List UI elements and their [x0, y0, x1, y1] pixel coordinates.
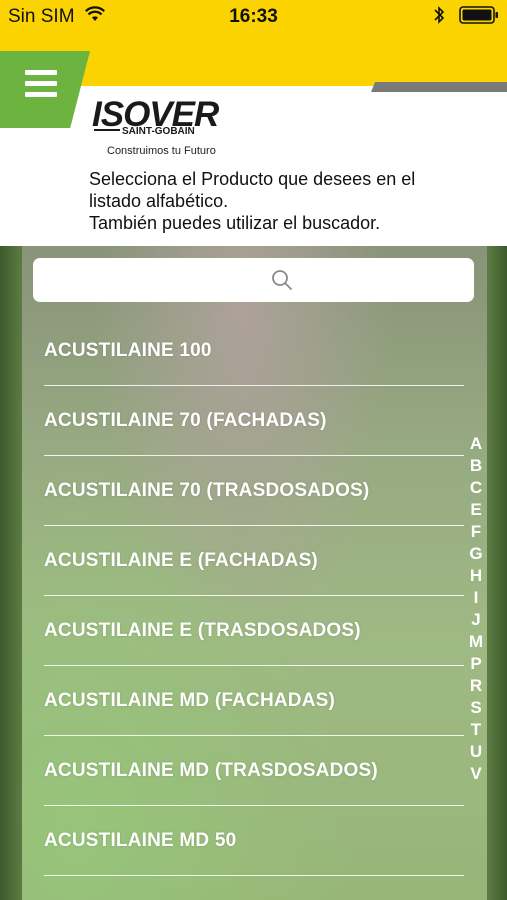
index-letter[interactable]: A — [466, 433, 486, 455]
intro-line: También puedes utilizar el buscador. — [89, 213, 381, 233]
status-right — [433, 5, 499, 31]
index-letter[interactable]: R — [466, 675, 486, 697]
index-letter[interactable]: V — [466, 763, 486, 785]
logo-subtitle: SAINT-GOBAIN — [122, 126, 195, 137]
bluetooth-icon — [433, 5, 445, 31]
index-letter[interactable]: P — [466, 653, 486, 675]
header-accent-strip — [371, 82, 507, 92]
index-letter[interactable]: H — [466, 565, 486, 587]
product-list: ACUSTILAINE 100 ACUSTILAINE 70 (FACHADAS… — [44, 316, 464, 876]
intro-line: listado alfabético. — [89, 191, 229, 211]
status-time: 16:33 — [229, 6, 278, 27]
index-letter[interactable]: B — [466, 455, 486, 477]
battery-icon — [459, 6, 499, 30]
logo-underline — [94, 129, 120, 131]
index-letter[interactable]: C — [466, 477, 486, 499]
product-item[interactable]: ACUSTILAINE E (FACHADAS) — [44, 526, 464, 596]
product-item[interactable]: ACUSTILAINE MD (FACHADAS) — [44, 666, 464, 736]
background-edge-right — [487, 246, 507, 900]
intro-line: Selecciona el Producto que desees en el — [89, 169, 416, 189]
index-letter[interactable]: S — [466, 697, 486, 719]
alphabet-index: A B C E F G H I J M P R S T U V — [466, 433, 486, 785]
status-bar: Sin SIM 16:33 — [0, 0, 507, 34]
search-icon — [272, 270, 292, 290]
product-item[interactable]: ACUSTILAINE 70 (TRASDOSADOS) — [44, 456, 464, 526]
index-letter[interactable]: T — [466, 719, 486, 741]
product-item[interactable]: ACUSTILAINE 100 — [44, 316, 464, 386]
index-letter[interactable]: M — [466, 631, 486, 653]
index-letter[interactable]: G — [466, 543, 486, 565]
hamburger-icon[interactable] — [25, 70, 57, 103]
index-letter[interactable]: F — [466, 521, 486, 543]
background-edge-left — [0, 246, 22, 900]
index-letter[interactable]: J — [466, 609, 486, 631]
tagline: Construimos tu Futuro — [107, 145, 216, 157]
search-input[interactable] — [33, 258, 474, 302]
intro-text: Selecciona el Producto que desees en el … — [89, 168, 489, 234]
index-letter[interactable]: U — [466, 741, 486, 763]
product-item[interactable]: ACUSTILAINE MD 50 — [44, 806, 464, 876]
product-item[interactable]: ACUSTILAINE MD (TRASDOSADOS) — [44, 736, 464, 806]
index-letter[interactable]: E — [466, 499, 486, 521]
product-item[interactable]: ACUSTILAINE E (TRASDOSADOS) — [44, 596, 464, 666]
product-item[interactable]: ACUSTILAINE 70 (FACHADAS) — [44, 386, 464, 456]
index-letter[interactable]: I — [466, 587, 486, 609]
